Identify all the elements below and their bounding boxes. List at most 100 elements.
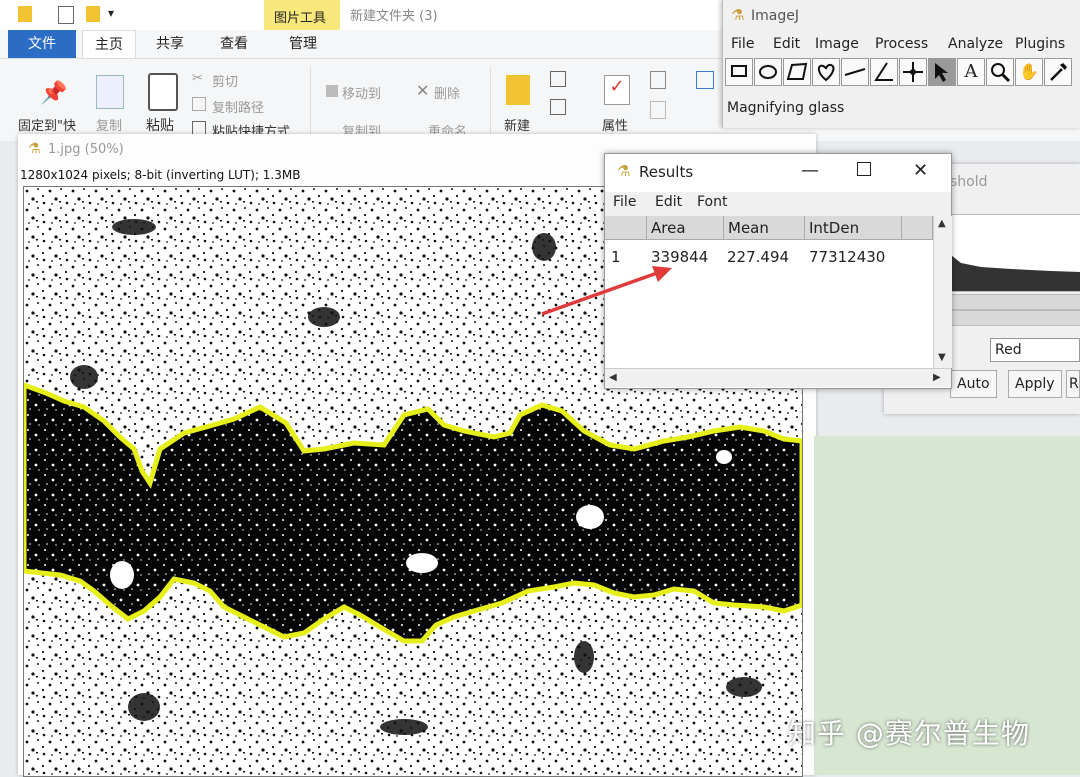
- delete-icon: ✕: [416, 81, 430, 100]
- polygon-tool-icon[interactable]: [783, 58, 811, 86]
- horizontal-scrollbar[interactable]: ◀ ▶: [605, 368, 951, 387]
- threshold-max-slider[interactable]: [950, 310, 1080, 326]
- copy-icon: [96, 75, 124, 109]
- easy-access-icon: [550, 99, 566, 115]
- vertical-scrollbar[interactable]: ▲ ▼: [933, 216, 952, 368]
- pin-icon: 📌: [40, 81, 68, 106]
- pin-to-quick-access-button[interactable]: 固定到"快: [18, 115, 76, 134]
- menu-process[interactable]: Process: [875, 36, 928, 52]
- watermark: 知乎 @赛尔普生物: [788, 717, 1030, 750]
- imagej-microscope-icon: ⚗: [731, 6, 745, 24]
- chevron-down-icon[interactable]: ▾: [108, 6, 114, 20]
- results-table: Area Mean IntDen 1 339844 227.494 773124…: [605, 216, 933, 371]
- threshold-min-slider[interactable]: [950, 294, 1080, 310]
- new-item-icon: [550, 71, 566, 87]
- column-header-area[interactable]: Area: [647, 216, 724, 240]
- move-to-icon: [326, 85, 338, 97]
- column-header-intden[interactable]: IntDen: [805, 216, 902, 240]
- copy-path-icon: [192, 97, 206, 111]
- imagej-menubar: File Edit Image Process Analyze Plugins: [723, 32, 1080, 56]
- results-menu-font[interactable]: Font: [697, 194, 727, 210]
- copy-button[interactable]: 复制: [96, 115, 122, 134]
- line-tool-icon[interactable]: [841, 58, 869, 86]
- copy-path-button[interactable]: 复制路径: [212, 97, 264, 116]
- angle-tool-icon[interactable]: [870, 58, 898, 86]
- checkbox-icon[interactable]: [58, 6, 74, 24]
- hand-tool-icon[interactable]: ✋: [1015, 58, 1043, 86]
- shortcut-icon: [192, 121, 206, 135]
- close-icon[interactable]: ✕: [913, 160, 928, 181]
- paste-shortcut-button[interactable]: 粘贴快捷方式: [212, 121, 290, 135]
- imagej-main-window: ⚗ ImageJ File Edit Image Process Analyze…: [722, 0, 1080, 128]
- row-index: 1: [611, 248, 621, 266]
- point-tool-icon[interactable]: [899, 58, 927, 86]
- folder-icon[interactable]: [18, 6, 32, 22]
- delete-button[interactable]: 删除: [434, 83, 460, 102]
- cell-area: 339844: [651, 248, 709, 266]
- new-button[interactable]: 新建: [504, 115, 530, 134]
- imagej-toolbar: A ✋: [723, 58, 1080, 88]
- oval-tool-icon[interactable]: [754, 58, 782, 86]
- column-header-blank: [902, 216, 933, 240]
- results-title: Results: [639, 163, 694, 181]
- rename-button[interactable]: 重命名: [428, 121, 467, 135]
- results-menu-edit[interactable]: Edit: [655, 194, 682, 210]
- menu-plugins[interactable]: Plugins: [1015, 36, 1065, 52]
- menu-image[interactable]: Image: [815, 36, 859, 52]
- tab-share[interactable]: 共享: [142, 30, 198, 58]
- properties-icon: ✓: [604, 75, 630, 105]
- menu-analyze[interactable]: Analyze: [948, 36, 1003, 52]
- threshold-color-select[interactable]: Red: [990, 338, 1080, 362]
- properties-button[interactable]: 属性: [602, 115, 628, 134]
- tool-context-label: 图片工具: [274, 11, 327, 26]
- imagej-title: ImageJ: [751, 8, 799, 24]
- apply-button[interactable]: Apply: [1008, 370, 1062, 398]
- auto-button[interactable]: Auto: [950, 370, 997, 398]
- results-menu-file[interactable]: File: [613, 194, 636, 210]
- ribbon-divider: [310, 67, 311, 135]
- freehand-tool-icon[interactable]: [812, 58, 840, 86]
- scroll-right-icon[interactable]: ▶: [933, 372, 941, 383]
- paste-button[interactable]: 粘贴: [146, 115, 174, 135]
- scroll-left-icon[interactable]: ◀: [609, 372, 617, 383]
- move-to-button[interactable]: 移动到: [342, 83, 381, 102]
- threshold-window-title: shold: [950, 174, 988, 190]
- picture-tools-context-tab: 图片工具: [264, 0, 340, 30]
- column-header-index[interactable]: [605, 216, 647, 240]
- tab-view[interactable]: 查看: [206, 30, 262, 58]
- imagej-status-bar: Magnifying glass: [727, 100, 845, 116]
- results-menubar: File Edit Font: [605, 192, 951, 216]
- magnifier-tool-icon[interactable]: [986, 58, 1014, 86]
- threshold-histogram: [950, 214, 1080, 292]
- scroll-down-icon[interactable]: ▼: [938, 352, 946, 363]
- wand-tool-icon[interactable]: [928, 58, 956, 86]
- minimize-icon[interactable]: —: [801, 160, 819, 181]
- cut-button[interactable]: 剪切: [212, 71, 238, 90]
- new-folder-icon: [506, 75, 530, 105]
- folder-icon[interactable]: [86, 6, 100, 22]
- text-tool-icon[interactable]: A: [957, 58, 985, 86]
- results-titlebar: ⚗ Results — ✕: [605, 154, 951, 190]
- ribbon-divider: [490, 67, 491, 135]
- tab-file[interactable]: 文件: [8, 30, 76, 58]
- menu-file[interactable]: File: [731, 36, 754, 52]
- menu-edit[interactable]: Edit: [773, 36, 800, 52]
- image-window-title: 1.jpg (50%): [48, 142, 124, 157]
- select-all-icon: [696, 71, 714, 89]
- tab-manage[interactable]: 管理: [272, 30, 334, 58]
- reset-button[interactable]: Re: [1066, 370, 1080, 398]
- maximize-icon[interactable]: [857, 162, 871, 176]
- column-header-mean[interactable]: Mean: [724, 216, 805, 240]
- scroll-up-icon[interactable]: ▲: [938, 218, 946, 229]
- cell-mean: 227.494: [727, 248, 790, 266]
- clipboard-icon: [148, 73, 178, 111]
- cell-intden: 77312430: [809, 248, 886, 266]
- imagej-microscope-icon: ⚗: [617, 162, 631, 180]
- explorer-window-title: 新建文件夹 (3): [350, 9, 438, 24]
- rectangle-tool-icon[interactable]: [725, 58, 753, 86]
- copy-to-button[interactable]: 复制到: [342, 121, 381, 135]
- tab-home[interactable]: 主页: [82, 30, 136, 59]
- image-info-text: 1280x1024 pixels; 8-bit (inverting LUT);…: [20, 168, 301, 182]
- open-icon: [650, 71, 666, 89]
- dropper-tool-icon[interactable]: [1044, 58, 1072, 86]
